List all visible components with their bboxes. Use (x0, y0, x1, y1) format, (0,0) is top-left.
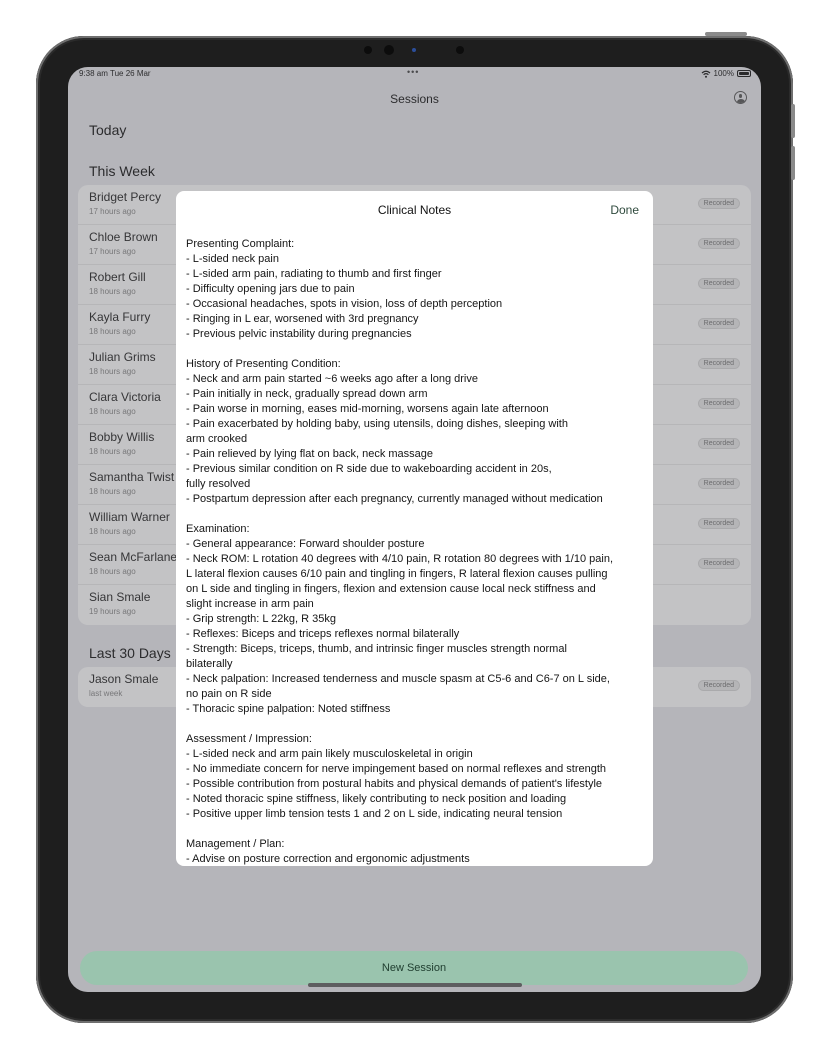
note-line (186, 822, 648, 837)
note-line: - Neck palpation: Increased tenderness a… (186, 673, 610, 685)
note-line: - Pain relieved by lying flat on back, n… (186, 448, 434, 460)
note-line: - No immediate concern for nerve impinge… (186, 763, 607, 775)
note-line: - Previous similar condition on R side d… (186, 463, 552, 475)
note-line: - Advise on posture correction and ergon… (186, 853, 470, 865)
sensor-dot (456, 46, 464, 54)
front-camera (360, 44, 470, 56)
camera-indicator (412, 48, 416, 52)
note-line: - Occasional headaches, spots in vision,… (186, 298, 503, 310)
screen: 9:38 am Tue 26 Mar ••• 100% Sessions Tod… (68, 67, 761, 992)
note-line: Assessment / Impression: (186, 733, 312, 745)
note-line: Management / Plan: (186, 838, 285, 850)
note-line: bilaterally (186, 658, 233, 670)
note-line (186, 507, 648, 522)
note-line (186, 342, 648, 357)
note-line: - Thoracic spine palpation: Noted stiffn… (186, 703, 391, 715)
note-line: - Possible contribution from postural ha… (186, 778, 603, 790)
camera-lens (384, 45, 394, 55)
note-line: - Positive upper limb tension tests 1 an… (186, 808, 563, 820)
note-line: no pain on R side (186, 688, 272, 700)
clinical-notes-text[interactable]: Presenting Complaint: - L-sided neck pain… (186, 237, 648, 865)
note-line: - Postpartum depression after each pregn… (186, 493, 603, 505)
sensor-dot (364, 46, 372, 54)
note-line: - Pain worse in morning, eases mid-morni… (186, 403, 549, 415)
note-line (186, 717, 648, 732)
modal-title: Clinical Notes (377, 203, 452, 217)
top-button (705, 32, 747, 36)
note-line: - Previous pelvic instability during pre… (186, 328, 412, 340)
note-line: arm crooked (186, 433, 248, 445)
volume-up-button (791, 104, 795, 138)
note-line: - Neck and arm pain started ~6 weeks ago… (186, 373, 478, 385)
note-line: - L-sided arm pain, radiating to thumb a… (186, 268, 442, 280)
note-line: - Strength: Biceps, triceps, thumb, and … (186, 643, 567, 655)
note-line: on L side and tingling in fingers, flexi… (186, 583, 596, 595)
note-line: L lateral flexion causes 6/10 pain and t… (186, 568, 608, 580)
note-line: - L-sided neck and arm pain likely muscu… (186, 748, 473, 760)
note-line: - Noted thoracic spine stiffness, likely… (186, 793, 567, 805)
note-line: - Reflexes: Biceps and triceps reflexes … (186, 628, 460, 640)
done-button[interactable]: Done (610, 203, 639, 217)
note-line: - Pain exacerbated by holding baby, usin… (186, 418, 568, 430)
note-line: - General appearance: Forward shoulder p… (186, 538, 425, 550)
note-line: - Neck ROM: L rotation 40 degrees with 4… (186, 553, 613, 565)
home-indicator[interactable] (308, 983, 522, 987)
volume-down-button (791, 146, 795, 180)
note-line: fully resolved (186, 478, 251, 490)
note-line: - Difficulty opening jars due to pain (186, 283, 355, 295)
clinical-notes-modal: Clinical Notes Done Presenting Complaint… (176, 191, 653, 866)
note-line: - Grip strength: L 22kg, R 35kg (186, 613, 336, 625)
note-line: slight increase in arm pain (186, 598, 314, 610)
note-line: - Pain initially in neck, gradually spre… (186, 388, 428, 400)
note-line: - Ringing in L ear, worsened with 3rd pr… (186, 313, 419, 325)
note-line: History of Presenting Condition: (186, 358, 341, 370)
note-line: Examination: (186, 523, 250, 535)
note-line: Presenting Complaint: (186, 238, 295, 250)
note-line: - L-sided neck pain (186, 253, 279, 265)
new-session-button[interactable]: New Session (80, 951, 748, 985)
